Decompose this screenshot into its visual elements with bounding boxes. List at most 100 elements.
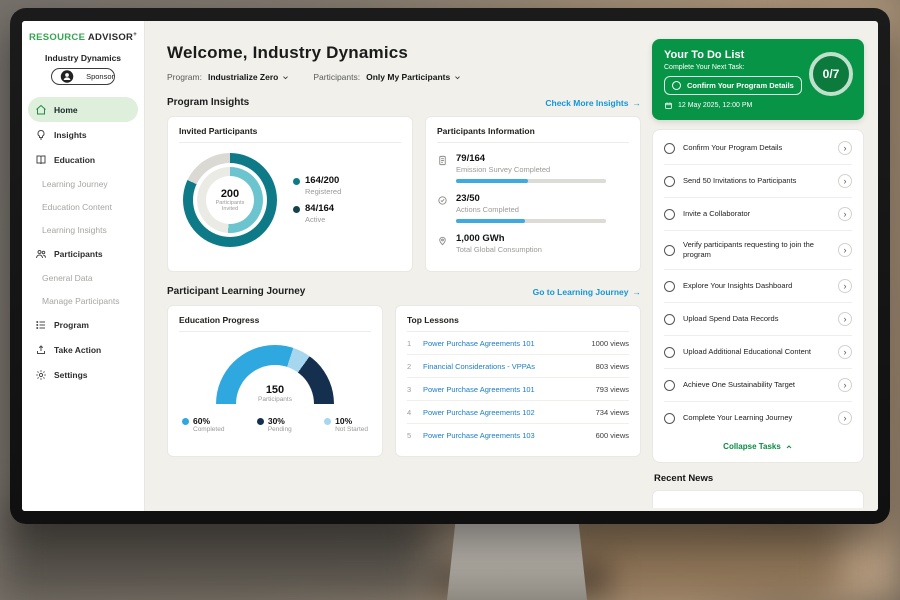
program-select[interactable]: Industrialize Zero [208, 72, 289, 82]
task-row[interactable]: Send 50 Invitations to Participants › [664, 165, 852, 198]
gauge-center-label: Participants [216, 396, 334, 403]
chevron-right-icon[interactable]: › [838, 378, 852, 392]
info-row-consumption: 1,000 GWh Total Global Consumption [437, 233, 629, 254]
nav-label: General Data [42, 273, 93, 283]
invited-donut-inner-ring: 200 Participants Invited [197, 167, 263, 233]
sidebar-item-take-action[interactable]: Take Action [28, 337, 138, 362]
participants-select[interactable]: Only My Participants [366, 72, 461, 82]
chevron-right-icon[interactable]: › [838, 312, 852, 326]
checkbox-icon[interactable] [664, 245, 675, 256]
go-to-learning-journey-link[interactable]: Go to Learning Journey→ [533, 287, 641, 297]
news-card-partial [652, 490, 864, 508]
monitor-stand [447, 522, 587, 600]
checkbox-icon[interactable] [664, 380, 675, 391]
sidebar-item-learning-insights[interactable]: Learning Insights [28, 218, 138, 241]
chevron-right-icon[interactable]: › [838, 141, 852, 155]
sidebar-item-education[interactable]: Education [28, 147, 138, 172]
chevron-right-icon[interactable]: › [838, 279, 852, 293]
chevron-right-icon[interactable]: › [838, 174, 852, 188]
sidebar-item-participants[interactable]: Participants [28, 241, 138, 266]
check-more-insights-link[interactable]: Check More Insights→ [545, 98, 641, 108]
clipboard-icon [437, 155, 448, 166]
task-row[interactable]: Explore Your Insights Dashboard › [664, 270, 852, 303]
lesson-views: 1000 views [591, 339, 629, 348]
donut-center-value: 200 [221, 188, 239, 200]
participants-label: Participants: [313, 72, 360, 82]
lesson-link[interactable]: Power Purchase Agreements 103 [423, 431, 535, 440]
sidebar-item-home[interactable]: Home [28, 97, 138, 122]
upload-icon [35, 344, 47, 356]
checkbox-icon[interactable] [664, 143, 675, 154]
lesson-row: 3 Power Purchase Agreements 101 793 view… [407, 378, 629, 401]
chevron-right-icon[interactable]: › [838, 345, 852, 359]
sidebar-item-learning-journey[interactable]: Learning Journey [28, 172, 138, 195]
task-row[interactable]: Complete Your Learning Journey › [664, 402, 852, 434]
checkbox-icon[interactable] [672, 81, 681, 90]
checkbox-icon[interactable] [664, 413, 675, 424]
person-icon [52, 69, 82, 84]
checkbox-icon[interactable] [664, 176, 675, 187]
chevron-right-icon[interactable]: › [838, 411, 852, 425]
collapse-tasks-button[interactable]: Collapse Tasks [664, 434, 852, 460]
sponsor-label: Sponsor [86, 72, 114, 81]
filter-bar: Program: Industrialize Zero Participants… [167, 72, 657, 82]
card-title: Education Progress [179, 315, 371, 332]
book-icon [35, 154, 47, 166]
participants-information-card: Participants Information 79/164 Emission… [425, 116, 641, 272]
sidebar-item-education-content[interactable]: Education Content [28, 195, 138, 218]
education-legend: 60%Completed 30%Pending 10%Not Started [179, 416, 371, 433]
card-title: Invited Participants [179, 126, 401, 143]
chevron-right-icon[interactable]: › [838, 207, 852, 221]
lesson-link[interactable]: Power Purchase Agreements 102 [423, 408, 535, 417]
chevron-up-icon [785, 443, 793, 451]
logo-advisor: ADVISOR [88, 32, 133, 43]
sidebar-item-general-data[interactable]: General Data [28, 266, 138, 289]
task-row[interactable]: Achieve One Sustainability Target › [664, 369, 852, 402]
home-icon [35, 104, 47, 116]
lesson-link[interactable]: Financial Considerations - VPPAs [423, 362, 535, 371]
screen: RESOURCE ADVISOR+ Industry Dynamics Spon… [22, 21, 878, 511]
actions-progress-track [456, 219, 606, 223]
chevron-right-icon[interactable]: › [838, 243, 852, 257]
nav-label: Program [54, 320, 89, 330]
task-row[interactable]: Verify participants requesting to join t… [664, 231, 852, 270]
nav-label: Take Action [54, 345, 101, 355]
sidebar-item-insights[interactable]: Insights [28, 122, 138, 147]
monitor-bezel: RESOURCE ADVISOR+ Industry Dynamics Spon… [10, 8, 890, 524]
todo-progress-circle: 0/7 [809, 52, 853, 96]
sidebar-item-manage-participants[interactable]: Manage Participants [28, 289, 138, 312]
card-title: Participants Information [437, 126, 629, 143]
legend-dot [182, 418, 189, 425]
sidebar-item-program[interactable]: Program [28, 312, 138, 337]
checkbox-icon[interactable] [664, 314, 675, 325]
lesson-link[interactable]: Power Purchase Agreements 101 [423, 339, 535, 348]
check-circle-icon [437, 195, 448, 206]
task-row[interactable]: Upload Spend Data Records › [664, 303, 852, 336]
nav-label: Manage Participants [42, 296, 120, 306]
legend-dot [257, 418, 264, 425]
todo-summary-card: Your To Do List Complete Your Next Task:… [652, 39, 864, 120]
legend-dot [293, 178, 300, 185]
lesson-row: 4 Power Purchase Agreements 102 734 view… [407, 401, 629, 424]
app-logo: RESOURCE ADVISOR+ [22, 32, 144, 43]
checkbox-icon[interactable] [664, 209, 675, 220]
checkbox-icon[interactable] [664, 281, 675, 292]
todo-next-task[interactable]: Confirm Your Program Details [664, 76, 802, 95]
lesson-views: 803 views [596, 362, 629, 371]
education-progress-card: Education Progress 150 Participants 60%C… [167, 305, 383, 457]
gauge-center-value: 150 [216, 384, 334, 396]
task-row[interactable]: Upload Additional Educational Content › [664, 336, 852, 369]
org-name: Industry Dynamics [22, 53, 144, 63]
program-value: Industrialize Zero [208, 72, 278, 82]
checkbox-icon[interactable] [664, 347, 675, 358]
lesson-rank: 5 [407, 431, 415, 440]
task-list-card: Confirm Your Program Details › Send 50 I… [652, 129, 864, 463]
sidebar-nav: Home Insights Education Learning Journey… [22, 97, 144, 387]
task-row[interactable]: Invite a Collaborator › [664, 198, 852, 231]
sidebar-item-settings[interactable]: Settings [28, 362, 138, 387]
sponsor-badge[interactable]: Sponsor [51, 68, 115, 85]
nav-label: Learning Journey [42, 179, 108, 189]
task-row[interactable]: Confirm Your Program Details › [664, 132, 852, 165]
legend-item-active: 84/164Active [293, 204, 341, 224]
lesson-link[interactable]: Power Purchase Agreements 101 [423, 385, 535, 394]
